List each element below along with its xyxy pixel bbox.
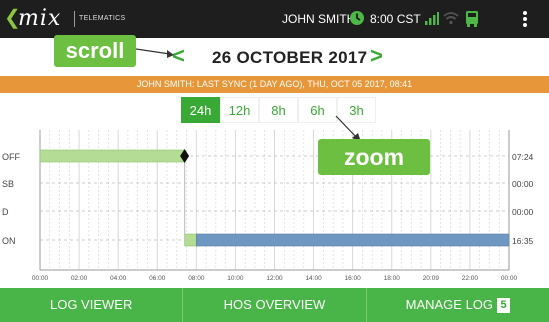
current-date: 26 OCTOBER 2017 [212, 48, 368, 67]
x-tick-label: 06:00 [149, 275, 166, 282]
clock-time: 8:00 CST [370, 12, 421, 26]
zoom-tab-24h[interactable]: 24h [181, 97, 220, 123]
sync-status-bar: JOHN SMITH: LAST SYNC (1 DAY AGO), THU, … [0, 76, 549, 93]
x-tick-label: 12:00 [266, 275, 283, 282]
x-tick-label: 08:00 [188, 275, 205, 282]
status-label-off: OFF [2, 152, 20, 162]
hos-log-chart[interactable]: OFF 07:24 SB 00:00 D 00:00 ON 16:35 00:00 02:00 04… [0, 125, 549, 285]
manage-log-badge: 5 [497, 298, 511, 313]
status-total-sb: 00:00 [512, 179, 534, 189]
x-tick-label: 22:00 [462, 275, 479, 282]
x-tick-label: 18:00 [384, 275, 401, 282]
overflow-menu-icon[interactable] [522, 10, 528, 28]
manage-log-label: MANAGE LOG [405, 297, 494, 312]
zoom-callout: zoom [318, 139, 430, 175]
duty-segment-on-2 [196, 233, 510, 247]
status-label-d: D [2, 207, 9, 217]
status-label-on: ON [2, 236, 16, 246]
clock-icon[interactable] [349, 10, 365, 26]
manage-log-button[interactable]: MANAGE LOG 5 [367, 288, 549, 322]
zoom-tab-12h[interactable]: 12h [220, 97, 259, 123]
x-tick-label: 00:00 [501, 275, 518, 282]
x-tick-label: 04:00 [110, 275, 127, 282]
x-tick-label: 16:00 [345, 275, 362, 282]
next-day-button[interactable]: > [370, 45, 383, 67]
x-tick-label: 02:00 [71, 275, 88, 282]
bottom-nav: LOG VIEWER HOS OVERVIEW MANAGE LOG 5 [0, 288, 549, 322]
hos-overview-button[interactable]: HOS OVERVIEW [183, 288, 367, 322]
zoom-tab-6h[interactable]: 6h [298, 97, 337, 123]
logo-divider [74, 11, 75, 27]
brand-subtitle: TELEMATICS [79, 15, 126, 22]
x-tick-label: 20:09 [423, 275, 440, 282]
status-total-off: 07:24 [512, 152, 534, 162]
wifi-icon [443, 12, 459, 25]
user-name[interactable]: JOHN SMITH [282, 12, 355, 26]
status-total-d: 00:00 [512, 207, 534, 217]
status-label-sb: SB [2, 179, 14, 189]
x-tick-label: 14:00 [305, 275, 322, 282]
mix-logo: mix [18, 6, 62, 31]
signal-icon [425, 12, 439, 25]
zoom-tab-8h[interactable]: 8h [259, 97, 298, 123]
x-tick-label: 10:00 [227, 275, 244, 282]
duty-segment-on-1 [184, 233, 197, 247]
truck-icon[interactable] [465, 10, 479, 28]
scroll-callout: scroll [54, 35, 136, 67]
scroll-pointer-arrow [136, 48, 174, 58]
duty-segment-off-0 [39, 149, 185, 163]
x-tick-label: 00:00 [32, 275, 49, 282]
top-bar: ❮ mix TELEMATICS JOHN SMITH 8:00 CST [0, 0, 549, 38]
status-total-on: 16:35 [512, 236, 534, 246]
log-viewer-button[interactable]: LOG VIEWER [0, 288, 184, 322]
